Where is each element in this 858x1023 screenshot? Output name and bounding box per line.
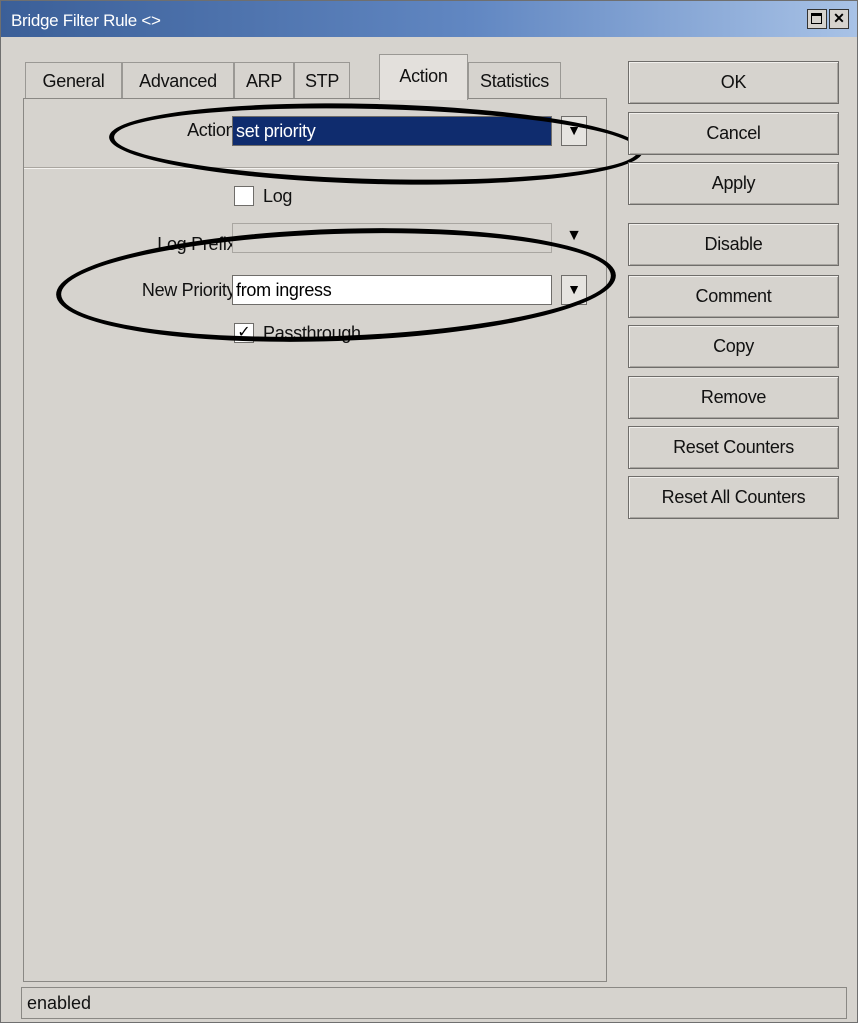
log-label: Log [263, 186, 293, 206]
reset-counters-button[interactable]: Reset Counters [628, 426, 839, 469]
ok-button[interactable]: OK [628, 61, 839, 104]
tab-advanced[interactable]: Advanced [122, 62, 234, 100]
dropdown-arrow-icon[interactable]: ▼ [561, 275, 587, 305]
action-label: Action: [187, 120, 240, 140]
bridge-filter-rule-window: Bridge Filter Rule <> ✕ General Advanced… [0, 0, 858, 1023]
copy-button[interactable]: Copy [628, 325, 839, 368]
separator [24, 167, 606, 169]
tab-arp[interactable]: ARP [234, 62, 294, 100]
new-priority-select[interactable]: from ingress [232, 275, 552, 305]
comment-button[interactable]: Comment [628, 275, 839, 318]
log-checkbox[interactable] [234, 186, 254, 206]
tab-general[interactable]: General [25, 62, 122, 100]
log-prefix-label: Log Prefix: [157, 234, 240, 254]
apply-button[interactable]: Apply [628, 162, 839, 205]
passthrough-label: Passthrough [263, 323, 361, 343]
action-select[interactable]: set priority [232, 116, 552, 146]
log-prefix-input[interactable] [232, 223, 552, 253]
restore-icon[interactable] [807, 9, 827, 29]
remove-button[interactable]: Remove [628, 376, 839, 419]
close-icon[interactable]: ✕ [829, 9, 849, 29]
disable-button[interactable]: Disable [628, 223, 839, 266]
dropdown-arrow-icon[interactable]: ▼ [561, 116, 587, 146]
cancel-button[interactable]: Cancel [628, 112, 839, 155]
reset-all-counters-button[interactable]: Reset All Counters [628, 476, 839, 519]
title-bar[interactable]: Bridge Filter Rule <> ✕ [1, 1, 857, 37]
dropdown-arrow-icon[interactable]: ▼ [561, 223, 587, 253]
tab-stp[interactable]: STP [294, 62, 350, 100]
new-priority-label: New Priority: [141, 280, 240, 300]
status-bar: enabled [21, 987, 847, 1019]
passthrough-checkbox[interactable]: ✓ [234, 323, 254, 343]
tab-action[interactable]: Action [379, 54, 468, 100]
window-title: Bridge Filter Rule <> [11, 11, 161, 30]
action-tab-panel: Action: set priority ▼ Log Log Prefix: ▼… [23, 98, 607, 982]
tab-statistics[interactable]: Statistics [468, 62, 561, 100]
